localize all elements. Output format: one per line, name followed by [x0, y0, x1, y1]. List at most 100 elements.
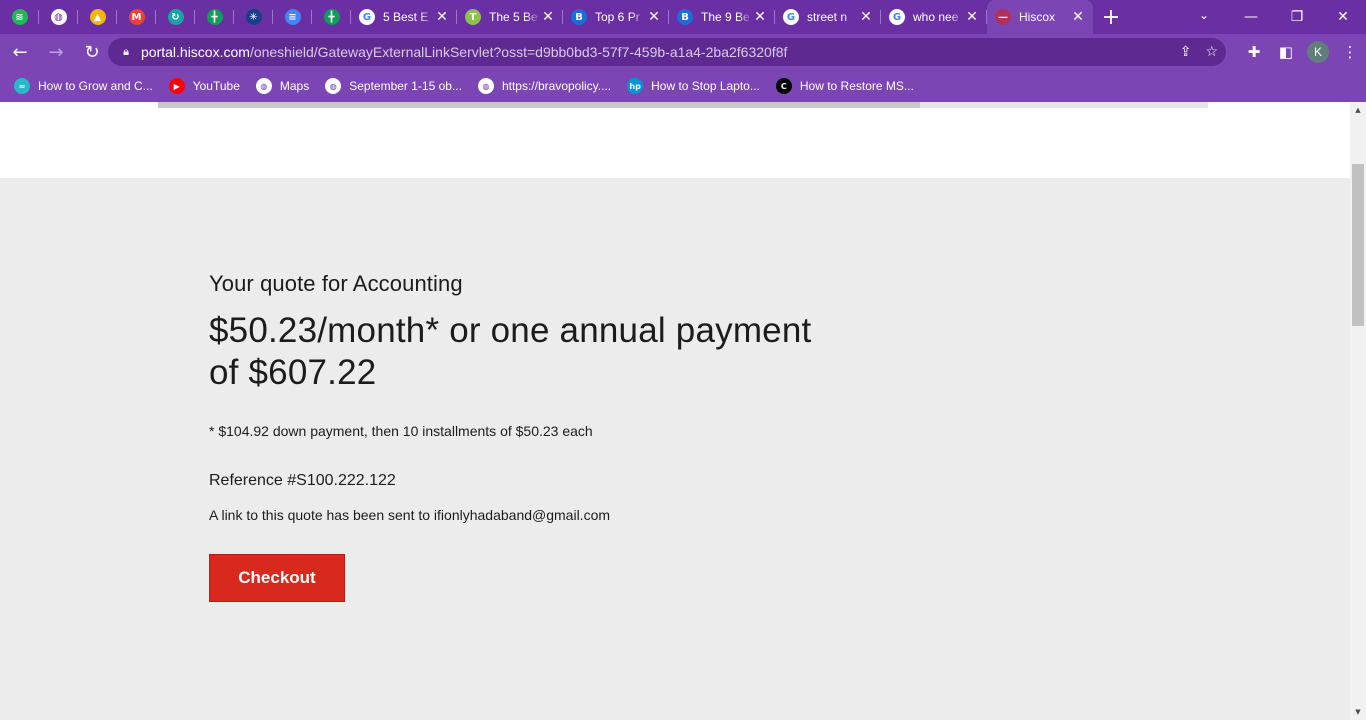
pinned-tab[interactable]: ╋ [195, 0, 234, 34]
browser-tab[interactable]: B The 9 Be ✕ [669, 0, 775, 34]
forward-arrow-icon[interactable]: → [40, 36, 72, 68]
bookmark-label: Maps [279, 79, 310, 93]
google-icon: G [783, 9, 799, 25]
pinned-tab[interactable]: ◍ [39, 0, 78, 34]
pinned-tab[interactable]: ≡ [273, 0, 312, 34]
tab-close-icon[interactable]: ✕ [647, 9, 661, 25]
globe-icon: ◍ [50, 9, 67, 25]
checkout-button[interactable]: Checkout [209, 554, 345, 602]
url-host: portal.hiscox.com [141, 44, 250, 60]
pinned-tab[interactable]: ▲ [78, 0, 117, 34]
bookmark-label: How to Restore MS... [799, 79, 914, 93]
bookmark-item[interactable]: ◍ September 1-15 ob... [317, 72, 470, 100]
browser-tab[interactable]: T The 5 Be ✕ [457, 0, 563, 34]
bookmark-item[interactable]: ◍ Maps [248, 72, 317, 100]
ribbon-icon: ≈ [14, 78, 30, 94]
google-sheets-icon: ╋ [323, 9, 340, 25]
bookmark-item[interactable]: ▶ YouTube [161, 72, 248, 100]
header-band [0, 102, 1350, 178]
tab-title: The 5 Be [489, 10, 538, 24]
price-headline: $50.23/month* or one annual payment of $… [209, 311, 812, 392]
installment-footnote: * $104.92 down payment, then 10 installm… [209, 423, 593, 439]
globe-icon: ◍ [325, 78, 342, 94]
bookmark-label: YouTube [192, 79, 240, 93]
progress-bar [158, 102, 1208, 108]
scroll-down-arrow-icon[interactable]: ▼ [1350, 704, 1366, 720]
bp-icon: B [571, 9, 587, 25]
tab-close-icon[interactable]: ✕ [859, 9, 873, 25]
bookmark-item[interactable]: C How to Restore MS... [768, 72, 922, 100]
scroll-up-arrow-icon[interactable]: ▲ [1350, 102, 1366, 118]
c-icon: C [775, 78, 792, 94]
bookmark-star-icon[interactable]: ☆ [1205, 44, 1218, 60]
google-drive-icon: ▲ [89, 9, 106, 25]
browser-tab[interactable]: Gstreet n ✕ [775, 0, 881, 34]
tab-strip: ≋ ◍ ▲ M ↻ ╋ ✳ ≡ ╋ G5 Best E ✕ T The 5 Be ✕ B Top 6 Pr ✕… [0, 0, 1366, 34]
tab-title: who nee [913, 10, 959, 24]
google-sheets-icon: ╋ [206, 9, 223, 25]
bookmark-item[interactable]: ◍ https://bravopolicy.... [470, 72, 619, 100]
back-arrow-icon[interactable]: ← [4, 36, 36, 68]
scrollbar-thumb[interactable] [1352, 164, 1364, 326]
pinned-tab[interactable]: ╋ [312, 0, 351, 34]
pinned-tab[interactable]: ≋ [0, 0, 39, 34]
progress-fill [158, 102, 921, 108]
browser-tab[interactable]: — Hiscox ✕ [987, 0, 1093, 34]
gmail-icon: M [128, 9, 145, 25]
bookmark-label: September 1-15 ob... [349, 79, 462, 93]
side-panel-icon[interactable]: ◧ [1270, 36, 1302, 68]
extensions-puzzle-icon[interactable]: ✚ [1238, 36, 1270, 68]
url-path: /oneshield/GatewayExternalLinkServlet?os… [249, 44, 788, 60]
bookmarks-bar: ≈ How to Grow and C... ▶ YouTube ◍ Maps ◍ Septe… [0, 70, 1366, 102]
share-icon[interactable]: ⇪ [1180, 44, 1192, 60]
tab-close-icon[interactable]: ✕ [541, 9, 555, 25]
address-bar[interactable]: 🔒︎ portal.hiscox.com/oneshield/GatewayEx… [108, 38, 1226, 66]
google-docs-icon: ≡ [284, 9, 301, 25]
tm-icon: T [465, 9, 481, 25]
bookmark-item[interactable]: hp How to Stop Lapto... [619, 72, 768, 100]
profile-avatar[interactable]: K [1307, 41, 1329, 63]
page-scrollbar[interactable]: ▲ ▼ [1350, 102, 1366, 720]
google-icon: G [889, 9, 905, 25]
tab-close-icon[interactable]: ✕ [965, 9, 979, 25]
bookmark-label: How to Grow and C... [38, 79, 153, 93]
tab-title: Hiscox [1019, 10, 1056, 24]
menu-kebab-icon[interactable]: ⋮ [1334, 36, 1366, 68]
pinned-tab[interactable]: ↻ [156, 0, 195, 34]
restore-icon[interactable]: ❐ [1274, 0, 1320, 34]
tab-close-icon[interactable]: ✕ [435, 9, 449, 25]
tab-close-icon[interactable]: ✕ [1071, 9, 1085, 25]
globe-icon: ◍ [477, 78, 494, 94]
close-window-icon[interactable]: ✕ [1320, 0, 1366, 34]
reload-icon[interactable]: ↻ [76, 36, 108, 68]
bookmark-item[interactable]: ≈ How to Grow and C... [6, 72, 161, 100]
pinned-tab[interactable]: ✳ [234, 0, 273, 34]
pinned-tabs: ≋ ◍ ▲ M ↻ ╋ ✳ ≡ ╋ [0, 0, 351, 34]
sync-icon: ↻ [167, 9, 184, 25]
minimize-icon[interactable]: — [1228, 0, 1274, 34]
reference-number: Reference #S100.222.122 [209, 472, 396, 489]
browser-tab[interactable]: Gwho nee ✕ [881, 0, 987, 34]
bp-icon: B [677, 9, 693, 25]
new-tab-button[interactable]: + [1093, 0, 1129, 34]
pinned-tab[interactable]: M [117, 0, 156, 34]
browser-tab[interactable]: B Top 6 Pr ✕ [563, 0, 669, 34]
spider-icon: ✳ [245, 9, 262, 25]
tab-search-icon[interactable]: ⌄ [1192, 0, 1216, 30]
bookmark-label: How to Stop Lapto... [651, 79, 760, 93]
tab-close-icon[interactable]: ✕ [753, 9, 767, 25]
tab-title: street n [807, 10, 848, 24]
spotify-icon: ≋ [11, 9, 28, 25]
tab-title: Top 6 Pr [595, 10, 640, 24]
hp-icon: hp [627, 78, 644, 94]
page-viewport: Your quote for Accounting $50.23/month* … [0, 102, 1350, 720]
globe-icon: ◍ [255, 78, 272, 94]
browser-toolbar: ← → ↻ 🔒︎ portal.hiscox.com/oneshield/Gat… [0, 34, 1366, 70]
quote-summary: Your quote for Accounting $50.23/month* … [209, 270, 849, 602]
lock-icon[interactable]: 🔒︎ [120, 45, 132, 59]
browser-tab[interactable]: G 5 Best E ✕ [351, 0, 457, 34]
google-icon: G [359, 9, 375, 25]
youtube-icon: ▶ [168, 78, 185, 94]
tab-title: 5 Best E [383, 10, 429, 24]
url-text: portal.hiscox.com/oneshield/GatewayExter… [141, 44, 787, 60]
